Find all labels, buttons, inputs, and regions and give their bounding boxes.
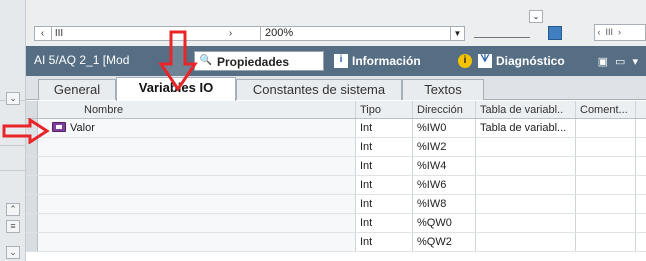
- zoom-fit-icon[interactable]: [548, 26, 562, 40]
- cell-comentario[interactable]: [576, 157, 636, 175]
- cell-comentario[interactable]: [576, 214, 636, 232]
- info-badge-icon: i: [458, 54, 472, 68]
- zoom-slider[interactable]: [474, 30, 530, 38]
- properties-icon: 🔍: [199, 55, 213, 66]
- annotation-arrow-down-icon: [158, 30, 198, 92]
- cell-tipo[interactable]: Int: [356, 233, 413, 251]
- cell-direccion[interactable]: %IW8: [413, 195, 476, 213]
- cell-nombre[interactable]: [38, 157, 356, 175]
- column-header-tabla[interactable]: Tabla de variabl..: [476, 101, 576, 118]
- cell-tipo[interactable]: Int: [356, 157, 413, 175]
- properties-subtabs: General Variables IO Constantes de siste…: [26, 76, 646, 101]
- row-selector[interactable]: [26, 214, 38, 232]
- editor-toolbar: ‹ III › 200% ▼ ⌄ ‹ III ›: [26, 0, 646, 46]
- cell-tipo[interactable]: Int: [356, 138, 413, 156]
- subtab-constantes-sistema[interactable]: Constantes de sistema: [236, 79, 402, 100]
- row-selector[interactable]: [26, 233, 38, 251]
- window-controls[interactable]: ▣ ▭ ▾: [598, 55, 640, 68]
- cell-comentario[interactable]: [576, 138, 636, 156]
- secondary-scrollbar[interactable]: ‹ III ›: [594, 24, 646, 41]
- strip-divider: [0, 170, 26, 171]
- cell-comentario[interactable]: [576, 195, 636, 213]
- cell-direccion[interactable]: %QW0: [413, 214, 476, 232]
- table-row[interactable]: Int %QW0: [26, 214, 646, 233]
- scroll-left-button[interactable]: ‹: [35, 27, 50, 40]
- collapse-chevron-icon[interactable]: ⌄: [6, 92, 20, 105]
- table-row[interactable]: Int %IW4: [26, 157, 646, 176]
- column-header-comentario[interactable]: Coment...: [576, 101, 636, 118]
- scroll-thumb[interactable]: ≡: [6, 220, 20, 233]
- zoom-select[interactable]: 200% ▼: [260, 26, 465, 41]
- chevron-down-icon[interactable]: ⌄: [529, 10, 543, 23]
- cell-nombre[interactable]: [38, 176, 356, 194]
- row-selector[interactable]: [26, 195, 38, 213]
- table-row[interactable]: Int %QW2: [26, 233, 646, 252]
- chevron-down-icon[interactable]: ▼: [450, 27, 464, 40]
- inspector-window-bar: AI 5/AQ 2_1 [Mod 🔍 Propiedades i Informa…: [26, 46, 646, 76]
- cell-direccion[interactable]: %IW2: [413, 138, 476, 156]
- cell-tabla[interactable]: [476, 157, 576, 175]
- cell-direccion[interactable]: %IW0: [413, 119, 476, 137]
- cell-tabla[interactable]: [476, 138, 576, 156]
- cell-tabla[interactable]: Tabla de variabl...: [476, 119, 576, 137]
- cell-tipo[interactable]: Int: [356, 214, 413, 232]
- subtab-general[interactable]: General: [38, 79, 116, 100]
- cell-tabla[interactable]: [476, 233, 576, 251]
- tab-label: Diagnóstico: [496, 54, 565, 68]
- cell-nombre[interactable]: [38, 138, 356, 156]
- row-selector-header[interactable]: [26, 101, 38, 118]
- cell-direccion[interactable]: %IW4: [413, 157, 476, 175]
- row-selector[interactable]: [26, 176, 38, 194]
- module-title: AI 5/AQ 2_1 [Mod: [34, 53, 130, 67]
- cell-nombre[interactable]: [38, 214, 356, 232]
- cell-comentario[interactable]: [576, 233, 636, 251]
- table-header: Nombre Tipo Dirección Tabla de variabl..…: [26, 101, 646, 119]
- column-header-nombre[interactable]: Nombre: [38, 101, 356, 118]
- annotation-arrow-right-icon: [2, 118, 50, 144]
- variable-name: Valor: [70, 122, 95, 134]
- scroll-down-button[interactable]: ⌄: [6, 246, 20, 259]
- io-tag-icon: [52, 122, 66, 132]
- table-row[interactable]: Valor Int %IW0 Tabla de variabl...: [26, 119, 646, 138]
- subtab-textos[interactable]: Textos: [402, 79, 484, 100]
- tab-diagnostico[interactable]: ᗐ Diagnóstico: [474, 51, 594, 71]
- cell-comentario[interactable]: [576, 176, 636, 194]
- io-variables-table: Nombre Tipo Dirección Tabla de variabl..…: [26, 101, 646, 261]
- cell-direccion[interactable]: %IW6: [413, 176, 476, 194]
- cell-tipo[interactable]: Int: [356, 195, 413, 213]
- cell-nombre[interactable]: [38, 233, 356, 251]
- cell-tabla[interactable]: [476, 176, 576, 194]
- zoom-value: 200%: [265, 27, 294, 39]
- row-selector[interactable]: [26, 157, 38, 175]
- cell-nombre[interactable]: Valor: [38, 119, 356, 137]
- cell-tabla[interactable]: [476, 195, 576, 213]
- table-row[interactable]: Int %IW8: [26, 195, 646, 214]
- table-row[interactable]: Int %IW6: [26, 176, 646, 195]
- tab-informacion[interactable]: i Información: [330, 51, 456, 71]
- cell-tabla[interactable]: [476, 214, 576, 232]
- diagnostics-icon: ᗐ: [478, 54, 492, 68]
- cell-direccion[interactable]: %QW2: [413, 233, 476, 251]
- tab-label: Información: [352, 54, 421, 68]
- strip-divider: [0, 145, 26, 146]
- tab-propiedades[interactable]: 🔍 Propiedades: [194, 51, 324, 71]
- scroll-up-button[interactable]: ⌃: [6, 203, 20, 216]
- cell-comentario[interactable]: [576, 119, 636, 137]
- table-row[interactable]: Int %IW2: [26, 138, 646, 157]
- scroll-right-button[interactable]: ›: [223, 27, 238, 40]
- tab-label: Propiedades: [217, 55, 290, 69]
- cell-tipo[interactable]: Int: [356, 176, 413, 194]
- info-icon: i: [334, 54, 348, 68]
- scroll-thumb-icon[interactable]: III: [51, 27, 66, 40]
- column-header-direccion[interactable]: Dirección: [413, 101, 476, 118]
- column-header-tipo[interactable]: Tipo: [356, 101, 413, 118]
- cell-nombre[interactable]: [38, 195, 356, 213]
- cell-tipo[interactable]: Int: [356, 119, 413, 137]
